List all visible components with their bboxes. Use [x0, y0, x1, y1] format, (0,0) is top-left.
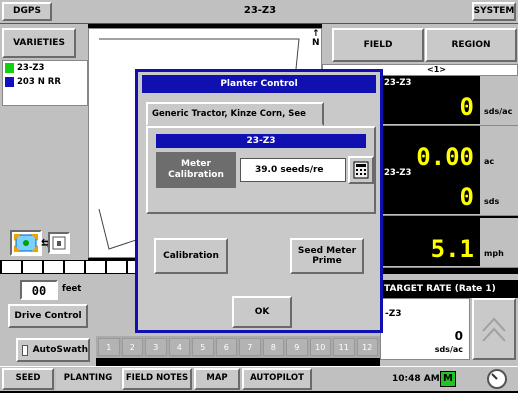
- tab-map[interactable]: MAP: [194, 368, 240, 390]
- row-unit[interactable]: 9: [286, 338, 308, 356]
- dialog-title: Planter Control: [142, 75, 376, 93]
- target-rate-value: 0: [454, 329, 463, 343]
- zoom-extents-icon[interactable]: [10, 230, 42, 256]
- system-button[interactable]: SYSTEM: [472, 2, 516, 21]
- section-segment: [23, 261, 42, 273]
- variety-legend: 23-Z3 203 N RR: [2, 60, 88, 106]
- autoswath-label: AutoSwath: [32, 344, 88, 355]
- row-unit[interactable]: 6: [215, 338, 237, 356]
- row-unit[interactable]: 2: [121, 338, 143, 356]
- field-title: 23-Z3: [243, 5, 277, 16]
- section-segment: [65, 261, 84, 273]
- rate-step-up-button[interactable]: [472, 298, 516, 360]
- row-unit[interactable]: 5: [192, 338, 214, 356]
- readout-unit: sds: [484, 197, 500, 206]
- product-header: 23-Z3: [156, 134, 366, 148]
- target-rate-unit: sds/ac: [434, 345, 463, 354]
- autoswath-toggle[interactable]: AutoSwath: [16, 338, 90, 362]
- calculator-button[interactable]: [348, 156, 374, 184]
- autoswath-checkbox[interactable]: [22, 344, 28, 356]
- row-unit[interactable]: 4: [168, 338, 190, 356]
- readout-speed[interactable]: 5.1 mph: [380, 218, 518, 268]
- legend-swatch: [5, 63, 14, 73]
- tab-field-notes[interactable]: FIELD NOTES: [122, 368, 192, 390]
- section-segment: [44, 261, 63, 273]
- section-segment: [86, 261, 105, 273]
- row-unit[interactable]: 10: [309, 338, 331, 356]
- target-rate-box[interactable]: -Z3 0 sds/ac: [380, 298, 470, 360]
- lock-view-icon[interactable]: [48, 232, 70, 254]
- readout-header: [380, 126, 480, 140]
- calibration-button[interactable]: Calibration: [154, 238, 228, 274]
- readout-value: 5.1: [380, 232, 480, 266]
- planter-control-dialog: Planter Control Generic Tractor, Kinze C…: [135, 69, 383, 333]
- dgps-button[interactable]: DGPS: [2, 2, 52, 21]
- readout-value: 0: [380, 90, 480, 124]
- legend-label: 23-Z3: [17, 63, 45, 73]
- target-rate-product: -Z3: [385, 309, 402, 319]
- varieties-button[interactable]: VARIETIES: [2, 28, 76, 58]
- section-segment: [2, 261, 21, 273]
- tab-implement-profile[interactable]: Generic Tractor, Kinze Corn, See: [146, 102, 324, 126]
- readout-seeds[interactable]: 23-Z3 0 sds: [380, 166, 518, 216]
- legend-item[interactable]: 23-Z3: [3, 61, 87, 75]
- row-unit[interactable]: 8: [262, 338, 284, 356]
- seed-meter-prime-button[interactable]: Seed Meter Prime: [290, 238, 364, 274]
- readout-value: 0: [380, 180, 480, 214]
- tab-autopilot[interactable]: AUTOPILOT: [242, 368, 312, 390]
- region-button[interactable]: REGION: [425, 28, 517, 62]
- ok-button[interactable]: OK: [232, 296, 292, 328]
- tab-planting[interactable]: PLANTING: [56, 368, 120, 390]
- target-rate-header: TARGET RATE (Rate 1): [380, 280, 518, 298]
- mode-badge[interactable]: M: [440, 371, 456, 387]
- drive-control-button[interactable]: Drive Control: [8, 304, 88, 328]
- offset-unit: feet: [62, 284, 82, 294]
- readout-header: [380, 218, 480, 232]
- legend-label: 203 N RR: [17, 77, 61, 87]
- readout-header: 23-Z3: [380, 166, 480, 180]
- legend-item[interactable]: 203 N RR: [3, 75, 87, 89]
- field-selector-value: <1>: [427, 65, 446, 74]
- row-unit[interactable]: 12: [356, 338, 378, 356]
- readout-rate[interactable]: 23-Z3 0 sds/ac: [380, 76, 518, 126]
- offset-readout: 00: [20, 280, 58, 300]
- section-segment: [107, 261, 126, 273]
- north-arrow-icon: ↑ N: [312, 29, 320, 48]
- row-unit[interactable]: 1: [98, 338, 120, 356]
- calculator-icon: [353, 161, 369, 179]
- row-units-strip: 1 2 3 4 5 6 7 8 9 10 11 12: [96, 336, 380, 358]
- north-label: N: [312, 38, 320, 48]
- legend-swatch: [5, 77, 14, 87]
- readout-header: 23-Z3: [380, 76, 480, 90]
- row-unit[interactable]: 7: [239, 338, 261, 356]
- readout-unit: sds/ac: [484, 107, 513, 116]
- meter-calibration-label: Meter Calibration: [156, 152, 236, 188]
- tab-seed[interactable]: SEED: [2, 368, 54, 390]
- meter-calibration-field[interactable]: 39.0 seeds/re: [240, 158, 346, 182]
- readout-unit: mph: [484, 249, 504, 258]
- gauge-icon[interactable]: [486, 368, 508, 390]
- field-button[interactable]: FIELD: [332, 28, 424, 62]
- double-chevron-up-icon: [482, 317, 506, 342]
- row-unit[interactable]: 11: [333, 338, 355, 356]
- row-unit[interactable]: 3: [145, 338, 167, 356]
- clock: 10:48 AM: [392, 374, 440, 384]
- implement-tab-panel: 23-Z3 Meter Calibration 39.0 seeds/re: [146, 126, 376, 214]
